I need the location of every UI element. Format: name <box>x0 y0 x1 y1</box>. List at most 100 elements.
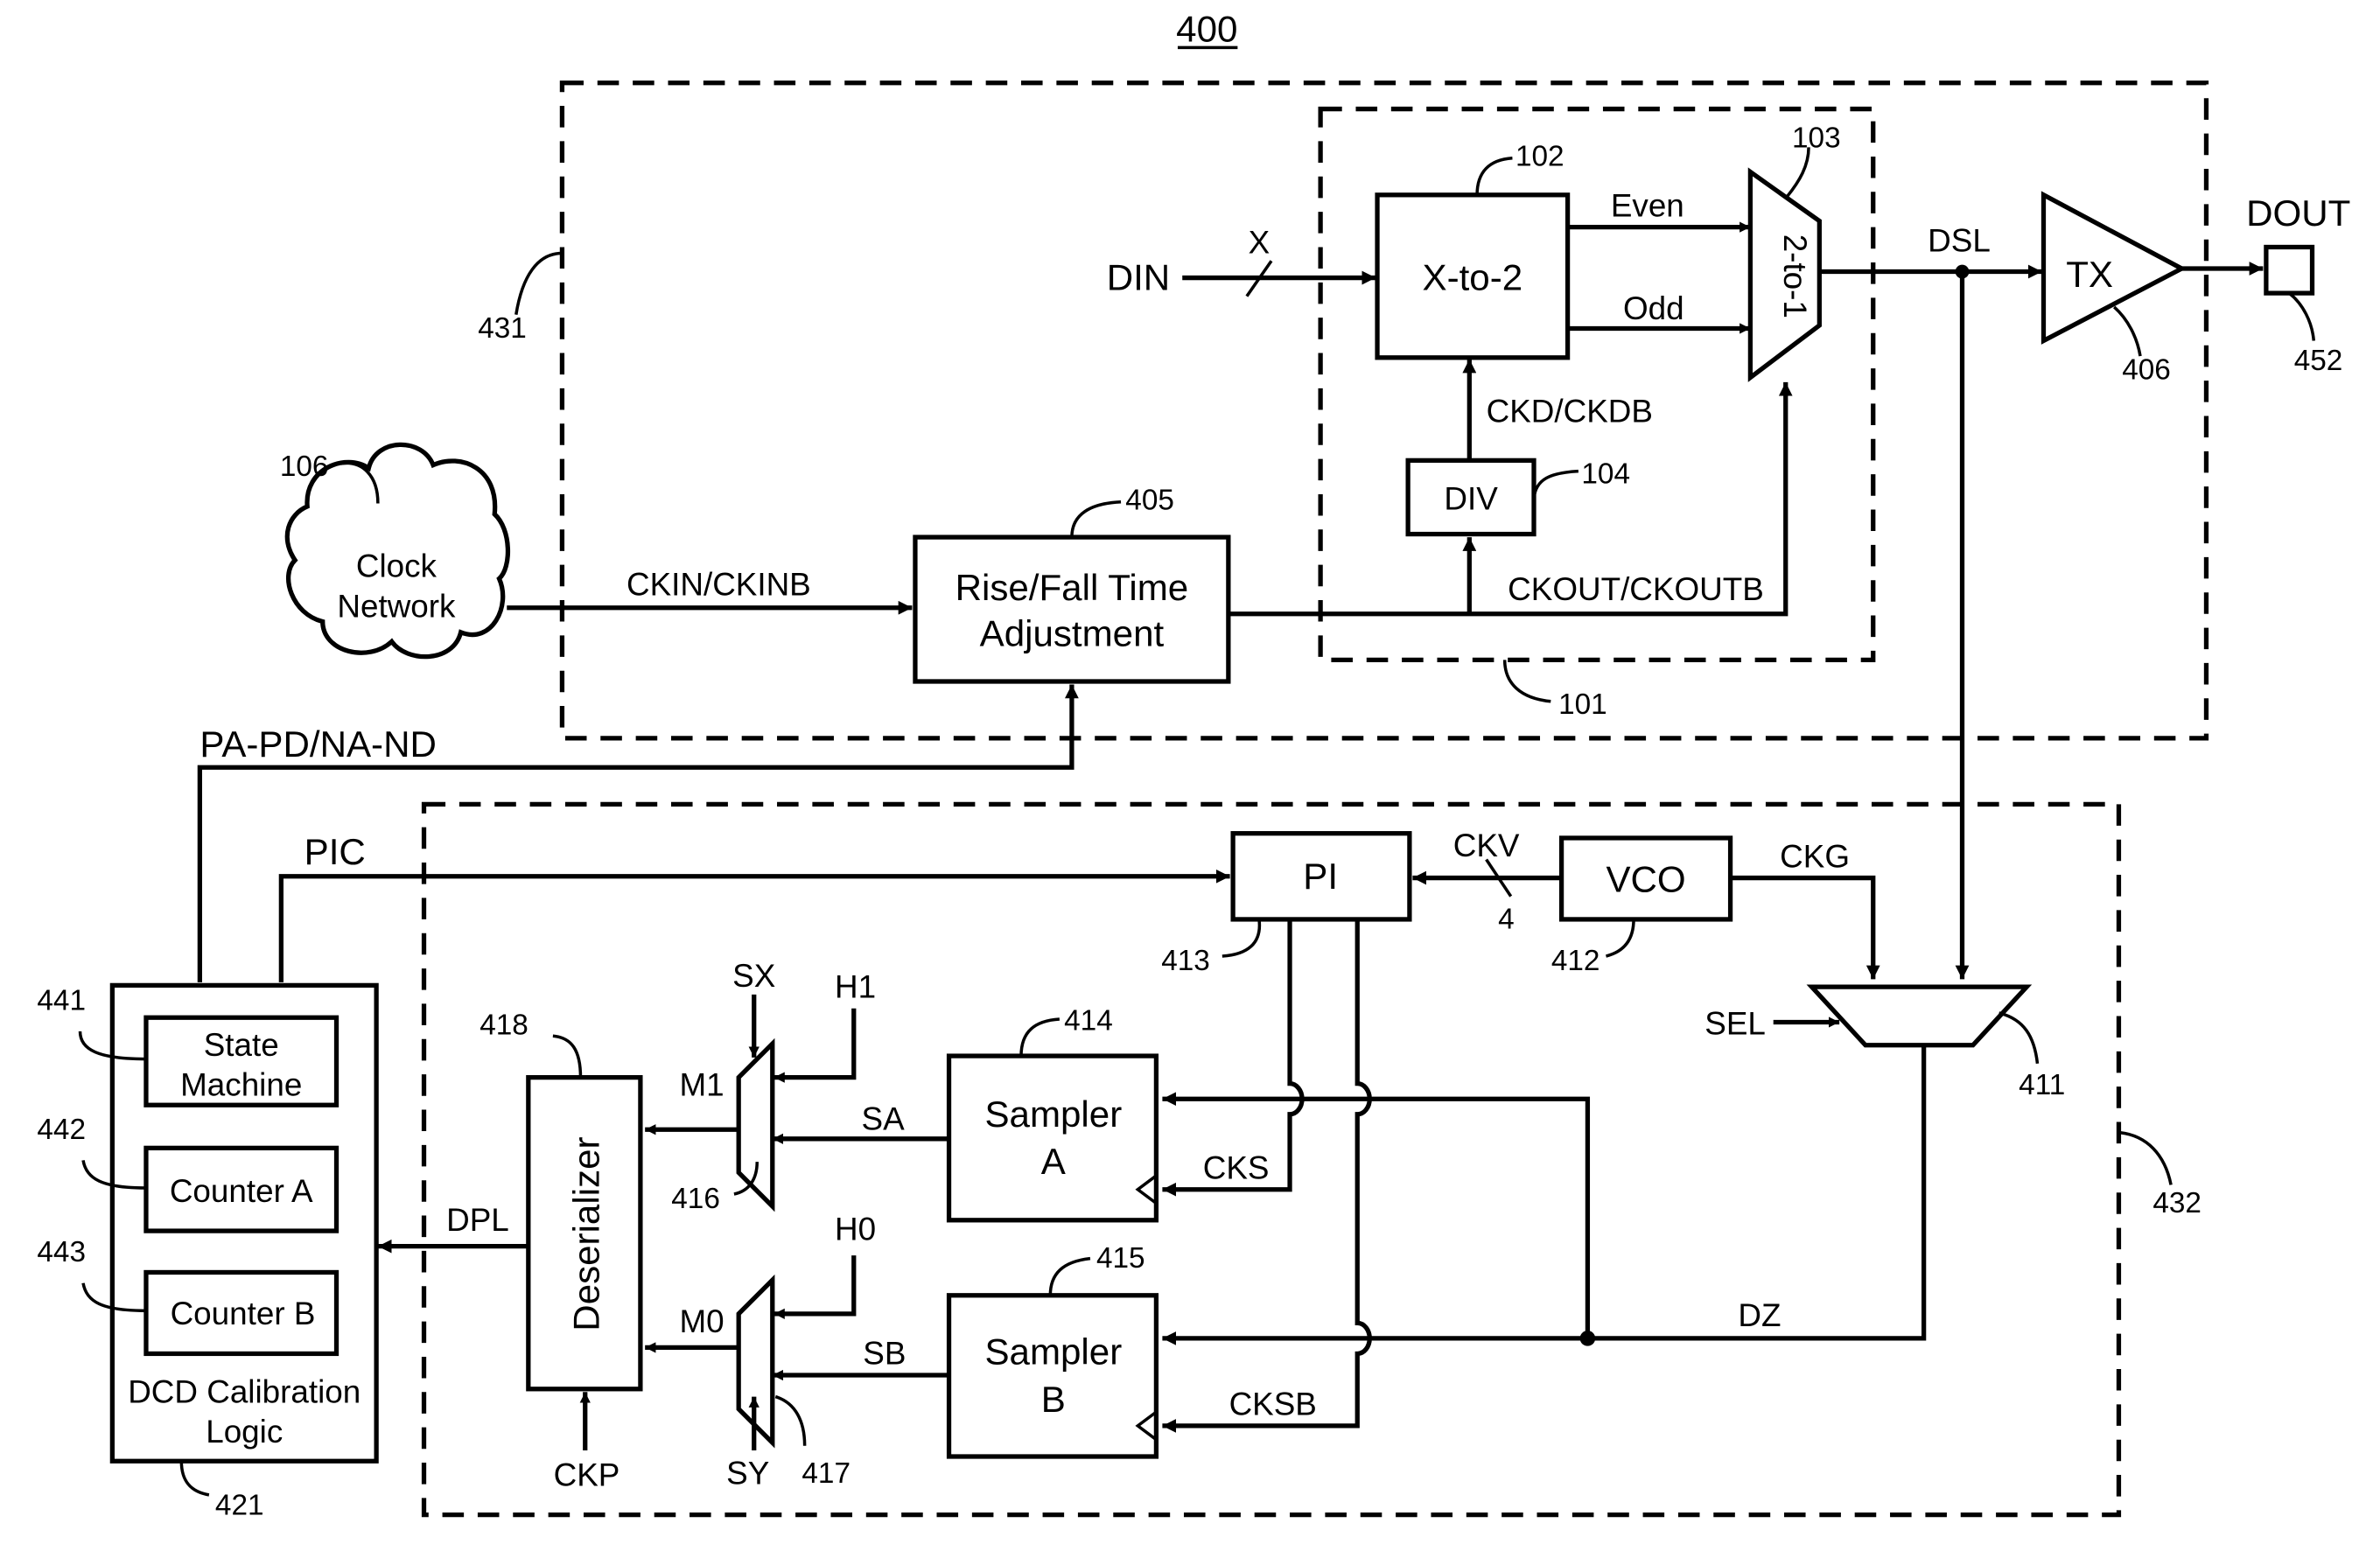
even-label: Even <box>1611 187 1684 223</box>
region-431-leader <box>514 251 563 315</box>
ckd-label: CKD/CKDB <box>1487 393 1653 429</box>
m1-label: M1 <box>679 1067 724 1103</box>
dcd-logic-line1: DCD Calibration <box>128 1374 360 1410</box>
tx-driver-block[interactable]: TX <box>2040 191 2188 345</box>
mux-2to1-label: 2-to-1 <box>1777 234 1813 318</box>
mux-417-leader <box>774 1394 807 1446</box>
rise-fall-adjustment-block[interactable]: Rise/Fall Time Adjustment <box>913 534 1231 684</box>
cksb-label: CKSB <box>1229 1387 1317 1422</box>
odd-label: Odd <box>1623 290 1684 326</box>
pic-label: PIC <box>304 831 366 872</box>
cks-label: CKS <box>1203 1149 1270 1185</box>
state-machine-line1: State <box>204 1027 279 1063</box>
sampler-b-block[interactable]: Sampler B <box>946 1293 1159 1459</box>
counter-a-ref: 442 <box>37 1114 86 1146</box>
state-machine-block[interactable]: State Machine <box>144 1015 340 1107</box>
counter-b-label: Counter B <box>171 1296 316 1331</box>
din-label: DIN <box>1107 257 1171 298</box>
mux-2to1-block[interactable]: 2-to-1 <box>1747 167 1822 382</box>
deserializer-block[interactable]: Deserializer <box>526 1075 643 1392</box>
sampler-b-ref: 415 <box>1096 1242 1145 1275</box>
ckg-label: CKG <box>1780 838 1850 874</box>
mux-411-shape <box>1806 984 2033 1048</box>
x-to-2-ref: 102 <box>1516 140 1564 172</box>
ckout-label: CKOUT/CKOUTB <box>1508 571 1764 607</box>
x-to-2-leader <box>1475 156 1513 195</box>
circuit-diagram: 400 431 101 432 Clock Network 106 CKIN/C… <box>37 8 2350 1522</box>
sampler-a-block[interactable]: Sampler A <box>946 1053 1159 1223</box>
dcd-logic-line2: Logic <box>206 1414 283 1450</box>
dsl-label: DSL <box>1928 223 1991 259</box>
dcd-logic-leader <box>179 1461 210 1497</box>
mux-2to1-leader <box>1786 147 1810 198</box>
sampler-a-box <box>946 1053 1159 1223</box>
dout-label: DOUT <box>2246 192 2350 234</box>
ckin-label: CKIN/CKINB <box>626 567 811 603</box>
region-432-ref: 432 <box>2152 1187 2202 1219</box>
x-to-2-block[interactable]: X-to-2 <box>1375 192 1571 360</box>
dout-pad[interactable]: DOUT <box>2246 192 2350 296</box>
state-machine-line2: Machine <box>180 1067 302 1103</box>
sampler-a-line1: Sampler <box>984 1093 1122 1135</box>
sy-label: SY <box>726 1456 769 1492</box>
mux-416-ref: 416 <box>671 1183 720 1215</box>
counter-a-label: Counter A <box>170 1173 313 1209</box>
sampler-b-leader <box>1048 1256 1091 1296</box>
deserializer-ref: 418 <box>480 1010 528 1042</box>
vco-leader <box>1605 919 1635 958</box>
figure-number-text: 400 <box>1176 8 1237 49</box>
region-432-leader <box>2119 1131 2173 1185</box>
region-431-ref: 431 <box>478 312 527 345</box>
sb-label: SB <box>863 1336 906 1372</box>
pi-label: PI <box>1303 856 1338 897</box>
sampler-b-line1: Sampler <box>984 1331 1122 1373</box>
dout-ref: 452 <box>2294 345 2343 377</box>
tx-ref: 406 <box>2122 353 2171 386</box>
mux-411-leader <box>1998 1011 2040 1065</box>
h0-label: H0 <box>835 1212 876 1247</box>
rise-fall-line1: Rise/Fall Time <box>956 567 1189 608</box>
mux-2to1-ref: 103 <box>1792 122 1841 154</box>
dz-junction-dot <box>1579 1331 1596 1346</box>
dpl-label: DPL <box>446 1202 509 1238</box>
sel-label: SEL <box>1704 1006 1766 1042</box>
dcd-logic-ref: 421 <box>215 1490 264 1522</box>
rise-fall-ref: 405 <box>1125 484 1174 516</box>
clock-network-ref: 106 <box>280 451 329 483</box>
region-101-leader <box>1502 660 1551 703</box>
deserializer-label: Deserializer <box>566 1136 607 1331</box>
h1-label: H1 <box>835 968 876 1004</box>
div-leader <box>1532 469 1578 500</box>
ckg-wire <box>1730 875 1880 980</box>
vco-label: VCO <box>1606 858 1685 899</box>
sampler-b-line2: B <box>1041 1379 1066 1420</box>
div-block[interactable]: DIV <box>1405 458 1536 537</box>
dout-leader <box>2288 291 2316 341</box>
sampler-a-line2: A <box>1041 1141 1066 1182</box>
vco-block[interactable]: VCO <box>1558 835 1733 922</box>
sampler-a-leader <box>1019 1017 1060 1057</box>
dout-pad-box <box>2264 244 2315 296</box>
dz-label: DZ <box>1738 1297 1781 1333</box>
region-431-boundary <box>559 80 2209 741</box>
counter-b-block[interactable]: Counter B <box>144 1269 340 1357</box>
phase-interpolator-block[interactable]: PI <box>1230 831 1412 922</box>
counter-a-block[interactable]: Counter A <box>144 1145 340 1233</box>
rise-fall-box <box>913 534 1231 684</box>
mux-416-block[interactable] <box>736 1037 775 1212</box>
clock-network-line1: Clock <box>356 548 438 584</box>
h1-wire <box>774 1008 857 1083</box>
tx-label: TX <box>2066 254 2113 295</box>
x-to-2-label: X-to-2 <box>1423 257 1523 298</box>
sampler-b-box <box>946 1293 1159 1459</box>
h0-wire <box>774 1255 857 1319</box>
dz-wire-to-sampler-a <box>1162 1092 1591 1338</box>
region-101-ref: 101 <box>1558 688 1607 721</box>
mux-417-ref: 417 <box>802 1457 850 1490</box>
m0-label: M0 <box>679 1303 724 1339</box>
rise-fall-leader <box>1070 500 1122 538</box>
sa-label: SA <box>862 1100 906 1136</box>
pi-leader <box>1222 919 1262 958</box>
ckp-label: CKP <box>554 1457 620 1492</box>
mux-411-block[interactable] <box>1806 984 2033 1048</box>
